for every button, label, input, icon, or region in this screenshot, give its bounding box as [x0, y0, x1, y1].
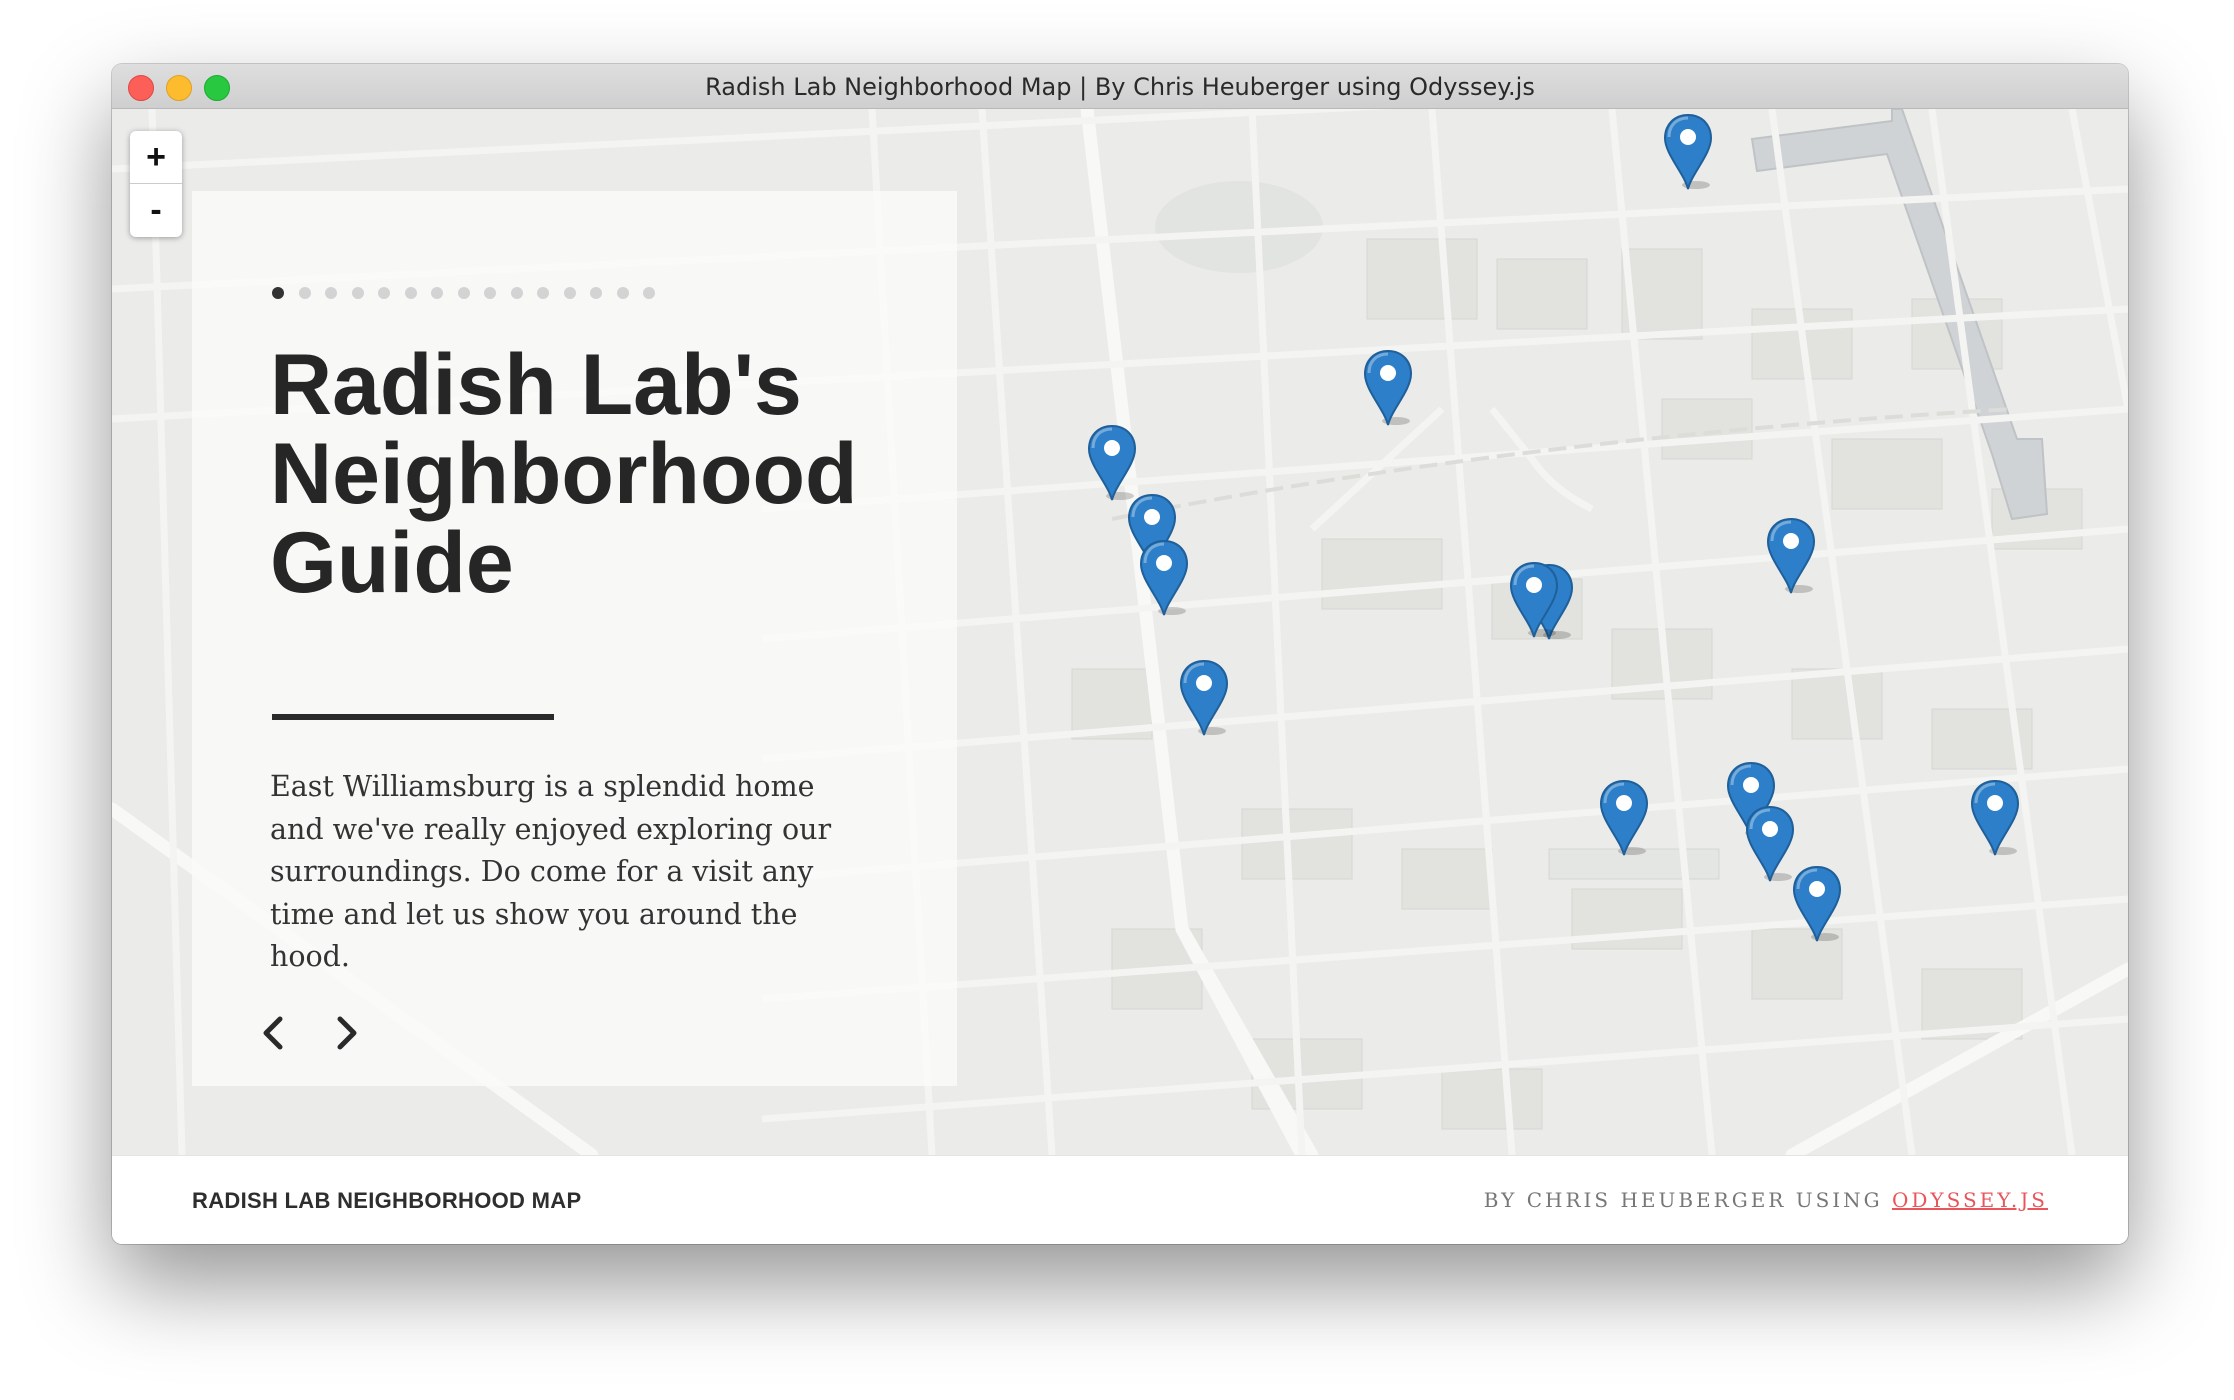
map-marker[interactable] [1138, 539, 1190, 619]
slide-dot[interactable] [378, 287, 390, 299]
slide-dot[interactable] [457, 287, 470, 299]
map-marker[interactable] [1508, 561, 1560, 641]
map-marker[interactable] [1598, 779, 1650, 859]
slide-indicator [272, 287, 670, 299]
zoom-control: + - [130, 131, 182, 237]
map-pin-icon [1792, 865, 1842, 942]
map-pin-icon [1970, 779, 2020, 856]
map-marker[interactable] [1662, 113, 1714, 193]
footer-credit: BY CHRIS HEUBERGER USING ODYSSEY.JS [1484, 1188, 2048, 1212]
footer-credit-text: BY CHRIS HEUBERGER USING [1483, 1188, 1892, 1212]
slide-dot[interactable] [643, 287, 655, 299]
map-marker[interactable] [1791, 865, 1843, 945]
map-marker[interactable] [1765, 517, 1817, 597]
map-marker[interactable] [1086, 424, 1138, 504]
slide-dot[interactable] [510, 287, 523, 299]
slide-dot[interactable] [351, 287, 364, 299]
slide-dot[interactable] [537, 287, 549, 299]
zoom-out-button[interactable]: - [130, 184, 182, 236]
prev-slide-button[interactable] [254, 1011, 294, 1055]
map-marker[interactable] [1178, 659, 1230, 739]
map-pin-icon [1663, 113, 1713, 190]
slide-dot[interactable] [590, 287, 602, 299]
story-title: Radish Lab's Neighborhood Guide [270, 337, 858, 611]
footer-site-title: RADISH LAB NEIGHBORHOOD MAP [192, 1188, 582, 1213]
map-pin-icon [1509, 561, 1559, 638]
map-pin-icon [1087, 424, 1137, 501]
slide-dot[interactable] [272, 287, 284, 299]
chevron-right-icon [337, 1016, 357, 1050]
browser-window: Radish Lab Neighborhood Map | By Chris H… [112, 64, 2128, 1244]
chevron-left-icon [263, 1016, 283, 1050]
story-panel: Radish Lab's Neighborhood Guide East Wil… [192, 191, 957, 1086]
slide-dot[interactable] [616, 287, 629, 299]
map-pin-icon [1599, 779, 1649, 856]
map-pin-icon [1766, 517, 1816, 594]
next-slide-button[interactable] [326, 1011, 366, 1055]
odyssey-link[interactable]: ODYSSEY.JS [1892, 1188, 2048, 1212]
map-pin-icon [1745, 805, 1795, 882]
map-pin-icon [1363, 349, 1413, 426]
window-title: Radish Lab Neighborhood Map | By Chris H… [705, 73, 1535, 101]
title-bar: Radish Lab Neighborhood Map | By Chris H… [112, 64, 2128, 109]
map-pin-icon [1139, 539, 1189, 616]
slide-dot[interactable] [484, 287, 496, 299]
footer: RADISH LAB NEIGHBORHOOD MAP BY CHRIS HEU… [112, 1155, 2128, 1244]
map-pin-icon [1179, 659, 1229, 736]
slide-dot[interactable] [563, 287, 576, 299]
map-marker[interactable] [1969, 779, 2021, 859]
story-text: East Williamsburg is a splendid home and… [270, 770, 832, 973]
slide-dot[interactable] [298, 287, 311, 299]
slide-dot[interactable] [431, 287, 443, 299]
slide-dot[interactable] [325, 287, 337, 299]
title-divider [272, 714, 554, 720]
map-canvas[interactable]: + - Radish Lab's Neighborhood Guide East… [112, 109, 2128, 1155]
map-marker[interactable] [1362, 349, 1414, 429]
slide-dot[interactable] [404, 287, 417, 299]
zoom-in-button[interactable]: + [130, 131, 182, 184]
map-marker[interactable] [1744, 805, 1796, 885]
